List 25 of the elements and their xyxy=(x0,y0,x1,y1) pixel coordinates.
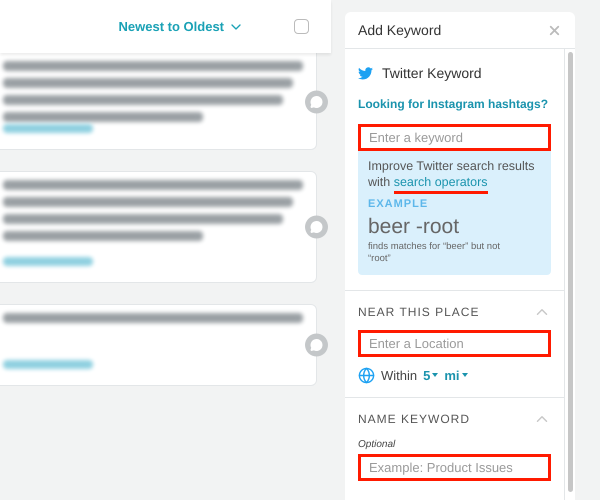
search-operators-link[interactable]: search operators xyxy=(394,175,488,194)
panel-title: Add Keyword xyxy=(358,20,442,40)
input-field[interactable]: Enter a keyword xyxy=(358,124,551,151)
sort-dropdown[interactable]: Newest to Oldest xyxy=(118,16,244,36)
example-label: EXAMPLE xyxy=(368,197,430,212)
section-heading: NAME KEYWORD xyxy=(358,411,470,428)
scrollbar[interactable] xyxy=(568,52,572,492)
comment-icon[interactable] xyxy=(305,216,328,238)
comment-icon[interactable] xyxy=(305,334,328,356)
caret-icon xyxy=(432,373,438,378)
input-field[interactable]: Example: Product Issues xyxy=(358,454,551,481)
globe-icon xyxy=(358,366,375,384)
bird-icon xyxy=(358,67,373,80)
example-note: finds matches for “beer” but not “root” xyxy=(368,240,502,264)
instagram-hashtags-link[interactable]: Looking for Instagram hashtags? xyxy=(358,95,551,113)
input-field[interactable]: Enter a Location xyxy=(358,330,551,356)
optional-label: Optional xyxy=(358,438,396,452)
select-all-checkbox[interactable] xyxy=(294,19,309,34)
section-heading: NEAR THIS PLACE xyxy=(358,304,480,320)
within-label: Within xyxy=(381,366,418,384)
twitter-keyword-label: Twitter Keyword xyxy=(382,64,482,83)
distance-dropdown[interactable]: 5 xyxy=(423,366,438,385)
example-query: beer -root xyxy=(368,214,460,240)
caret-icon xyxy=(462,373,468,378)
unit-dropdown[interactable]: mi xyxy=(444,366,468,385)
